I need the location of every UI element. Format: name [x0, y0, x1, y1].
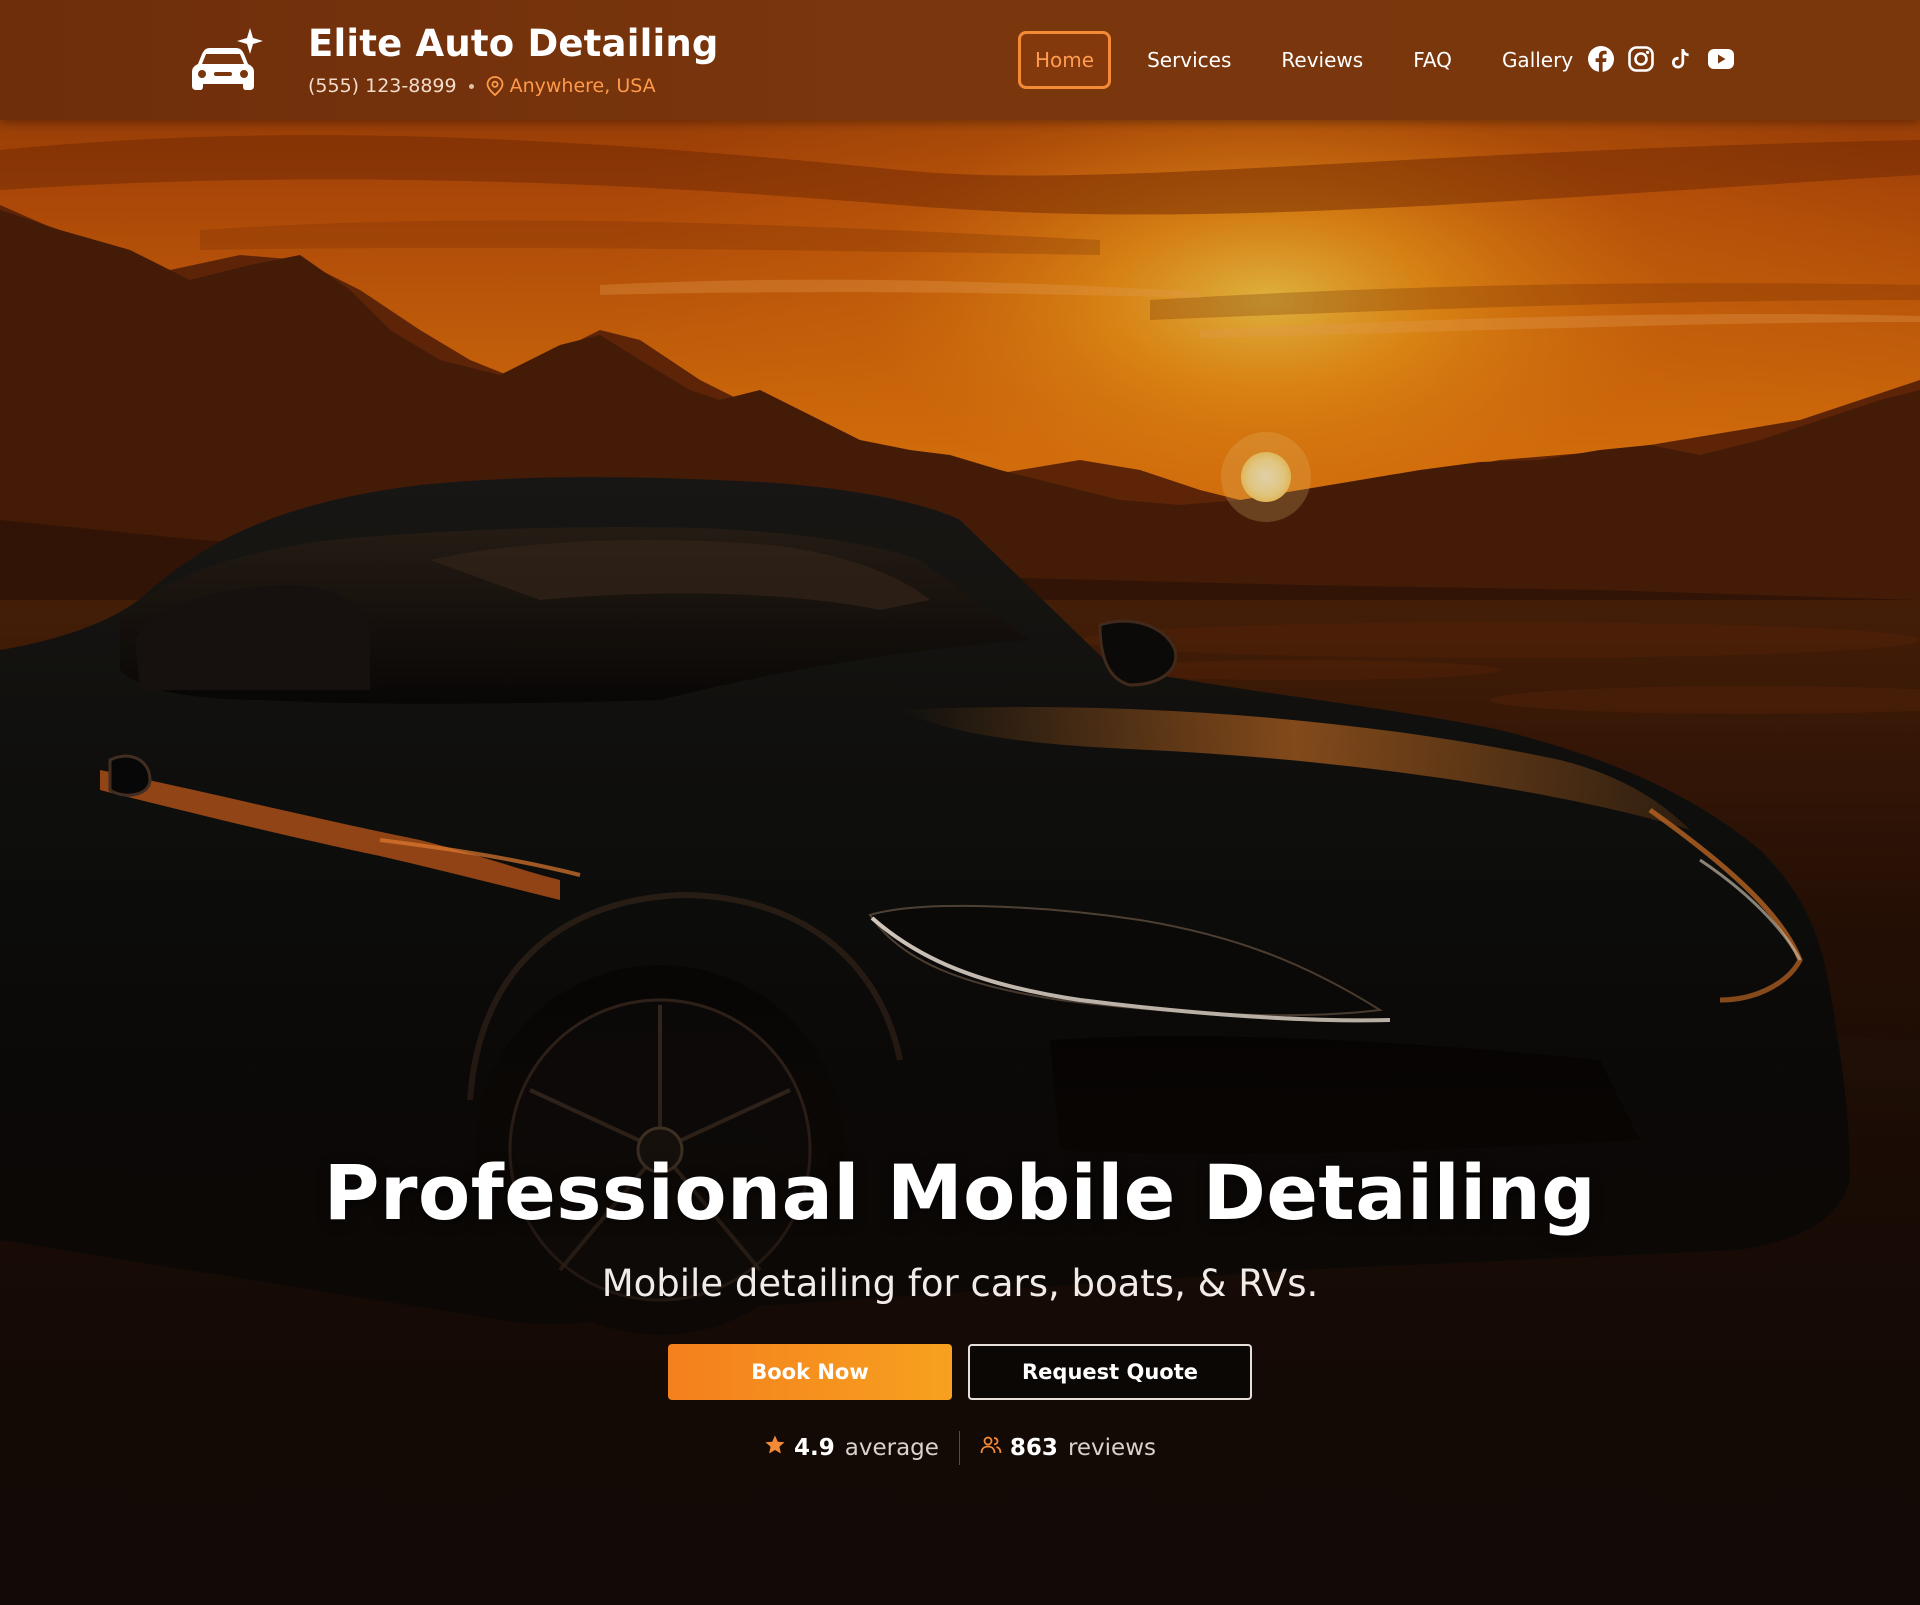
youtube-icon[interactable] — [1706, 44, 1736, 74]
nav-item-faq[interactable]: FAQ — [1399, 32, 1466, 88]
social-links — [1586, 44, 1746, 74]
site-header: Elite Auto Detailing (555) 123-8899 Anyw… — [0, 0, 1920, 120]
car-sparkle-icon[interactable] — [190, 24, 266, 94]
location-text: Anywhere, USA — [509, 75, 656, 97]
reviews-stat: 863 reviews — [980, 1434, 1156, 1462]
phone-number[interactable]: (555) 123-8899 — [308, 75, 457, 97]
brand-contact-line: (555) 123-8899 Anywhere, USA — [308, 75, 656, 97]
location-pin-icon — [486, 76, 504, 97]
request-quote-button[interactable]: Request Quote — [968, 1344, 1252, 1400]
nav-item-reviews[interactable]: Reviews — [1267, 32, 1377, 88]
instagram-icon[interactable] — [1626, 44, 1656, 74]
stats-divider — [958, 1431, 960, 1465]
nav-item-gallery[interactable]: Gallery — [1488, 32, 1587, 88]
facebook-icon[interactable] — [1586, 44, 1616, 74]
book-now-button[interactable]: Book Now — [668, 1344, 952, 1400]
reviews-label: reviews — [1067, 1435, 1156, 1461]
nav-item-home[interactable]: Home — [1018, 31, 1112, 89]
page: Elite Auto Detailing (555) 123-8899 Anyw… — [0, 0, 1920, 1605]
nav-item-services[interactable]: Services — [1133, 32, 1245, 88]
hero-title: Professional Mobile Detailing — [323, 1148, 1597, 1237]
hero-cta-row: Book Now Request Quote — [668, 1344, 1252, 1400]
hero-stats: 4.9 average 863 reviews — [0, 1428, 1920, 1468]
separator-dot — [468, 83, 474, 89]
tiktok-icon[interactable] — [1666, 44, 1696, 74]
hero-subtitle: Mobile detailing for cars, boats, & RVs. — [601, 1262, 1319, 1305]
star-icon — [764, 1434, 786, 1462]
rating-value: 4.9 — [794, 1435, 835, 1461]
rating-label: average — [844, 1435, 939, 1461]
brand-title[interactable]: Elite Auto Detailing — [308, 22, 719, 65]
main-nav: Home Services Reviews FAQ Gallery — [1018, 30, 1609, 90]
reviews-count: 863 — [1009, 1435, 1058, 1461]
rating-stat: 4.9 average — [764, 1434, 939, 1462]
users-icon — [980, 1434, 1002, 1462]
